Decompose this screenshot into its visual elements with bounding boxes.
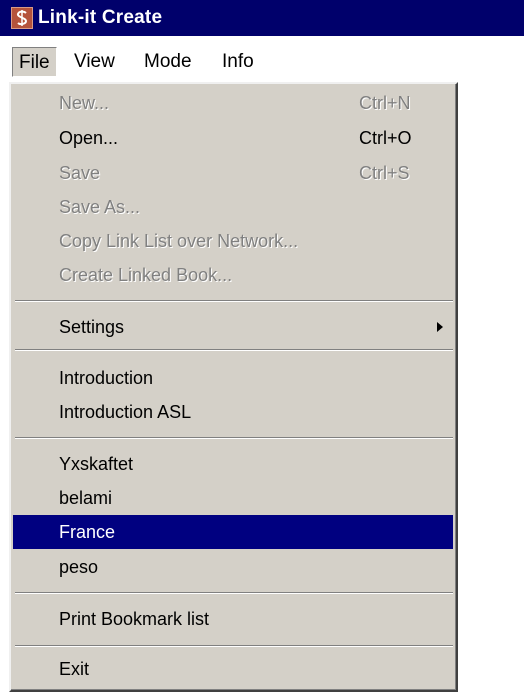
menu-mode[interactable]: Mode bbox=[138, 47, 198, 77]
submenu-arrow-icon bbox=[437, 322, 443, 332]
menu-item-recent-peso[interactable]: peso bbox=[13, 550, 453, 584]
file-dropdown-menu: New... Ctrl+N Open... Ctrl+O Save Ctrl+S… bbox=[9, 82, 458, 692]
menu-separator bbox=[15, 437, 453, 439]
menu-item-save[interactable]: Save Ctrl+S bbox=[13, 156, 453, 190]
menu-item-settings[interactable]: Settings bbox=[13, 310, 453, 344]
menu-item-print-bookmark-list[interactable]: Print Bookmark list bbox=[13, 602, 453, 636]
menu-item-open[interactable]: Open... Ctrl+O bbox=[13, 121, 453, 155]
menu-view[interactable]: View bbox=[68, 47, 121, 77]
window-title: Link-it Create bbox=[38, 7, 163, 28]
menu-item-introduction-asl[interactable]: Introduction ASL bbox=[13, 395, 453, 429]
menu-separator bbox=[15, 300, 453, 302]
app-logo-icon[interactable] bbox=[11, 7, 33, 29]
menu-item-recent-france[interactable]: France bbox=[13, 515, 453, 549]
menu-item-create-linked-book[interactable]: Create Linked Book... bbox=[13, 258, 453, 292]
menu-separator bbox=[15, 349, 453, 351]
menu-item-recent-yxskaftet[interactable]: Yxskaftet bbox=[13, 447, 453, 481]
menu-item-new[interactable]: New... Ctrl+N bbox=[13, 86, 453, 120]
menu-separator bbox=[15, 645, 453, 647]
title-bar: Link-it Create bbox=[0, 0, 524, 36]
menu-info[interactable]: Info bbox=[216, 47, 260, 77]
menu-file[interactable]: File bbox=[12, 47, 57, 77]
menu-item-copy-link-list[interactable]: Copy Link List over Network... bbox=[13, 224, 453, 258]
menu-item-introduction[interactable]: Introduction bbox=[13, 361, 453, 395]
menu-item-exit[interactable]: Exit bbox=[13, 652, 453, 686]
menu-separator bbox=[15, 592, 453, 594]
menu-item-save-as[interactable]: Save As... bbox=[13, 190, 453, 224]
menu-item-recent-belami[interactable]: belami bbox=[13, 481, 453, 515]
